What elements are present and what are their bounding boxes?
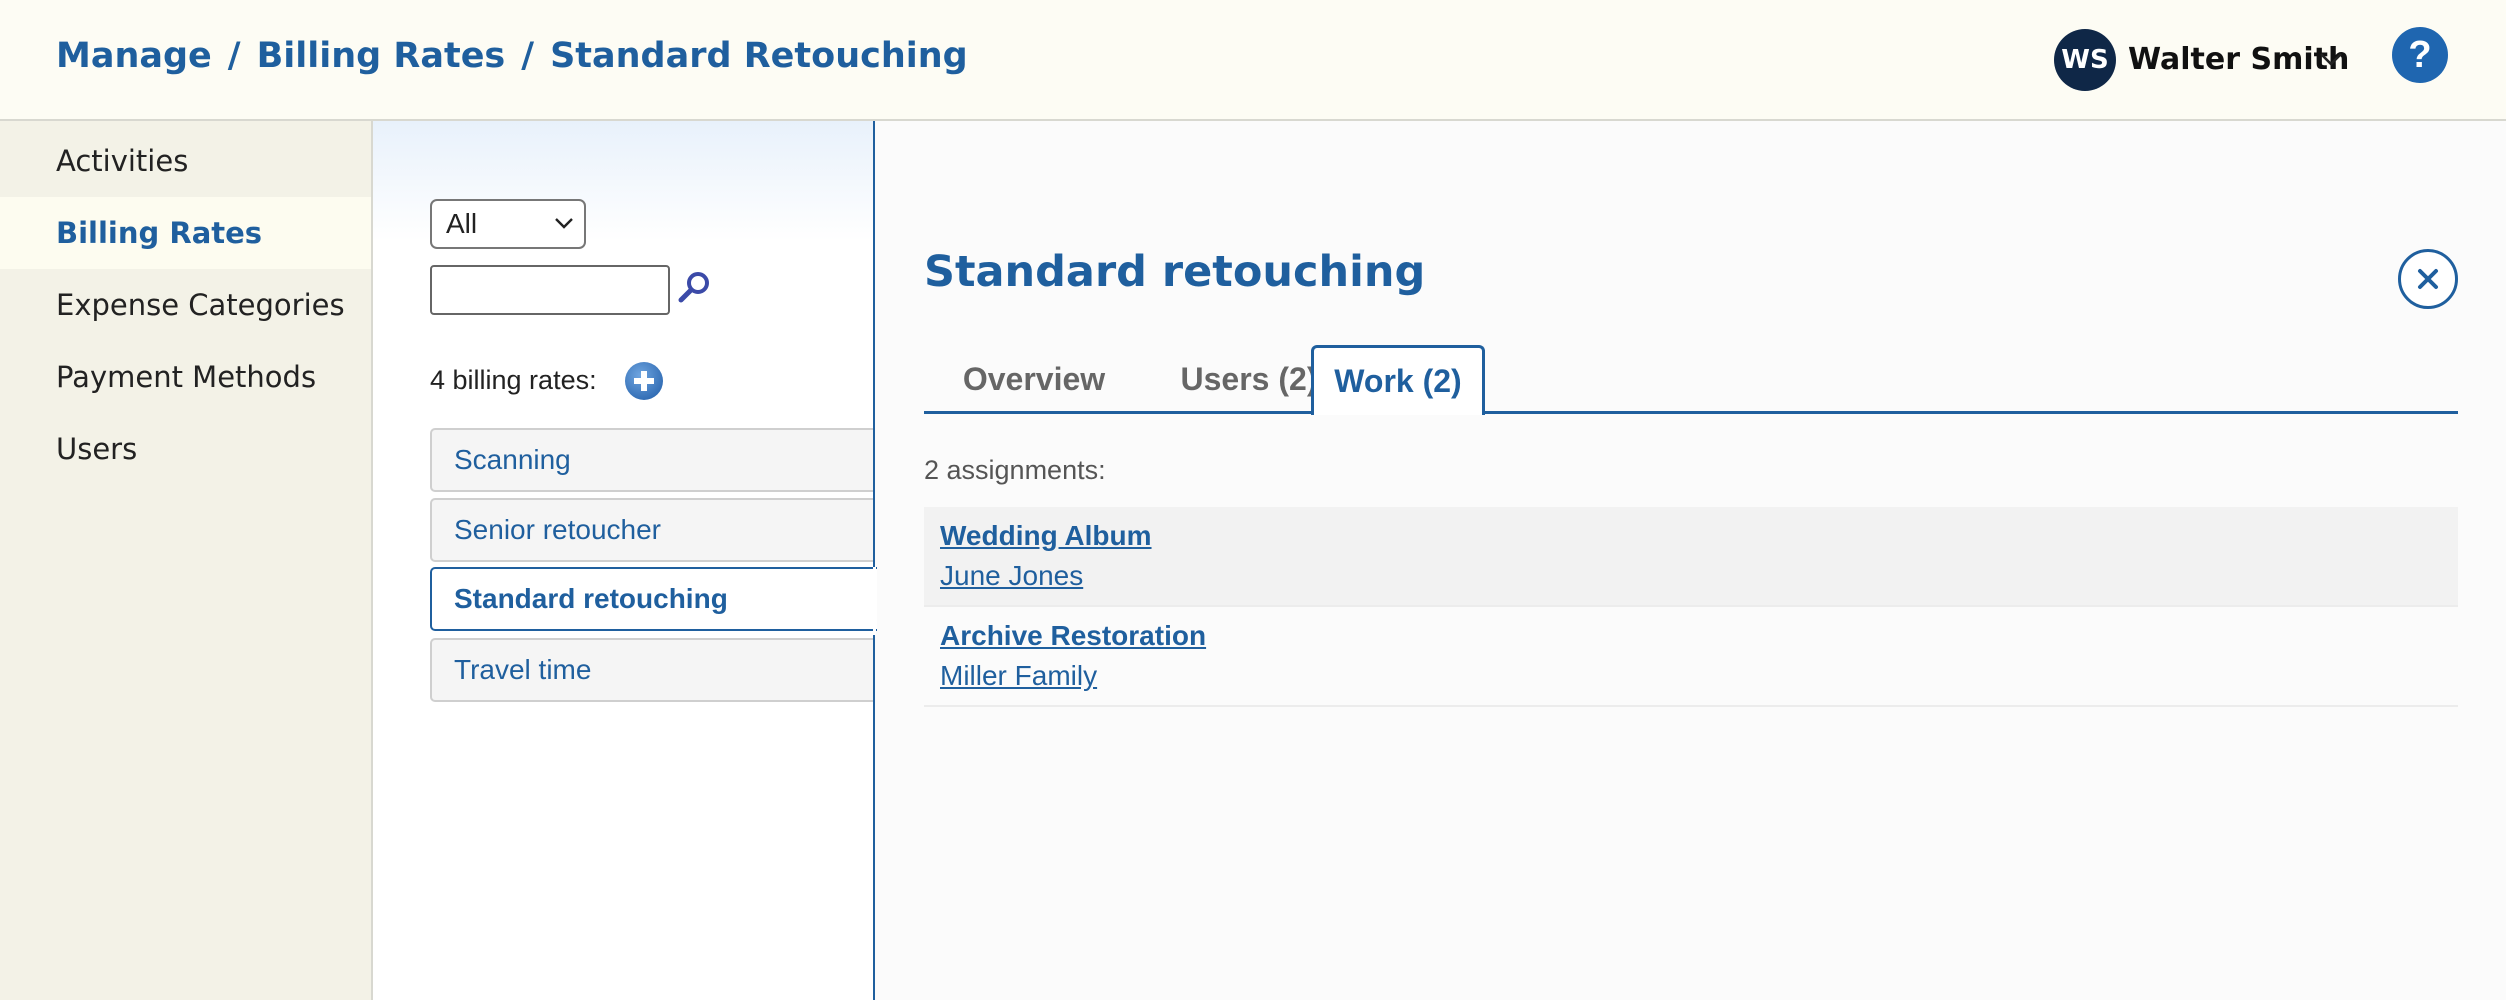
detail-panel: Standard retouching Overview Users (2) W…	[875, 121, 2506, 1000]
user-name[interactable]: Walter Smith	[2128, 42, 2349, 77]
tab-work[interactable]: Work (2)	[1311, 345, 1485, 415]
assignment-title-link[interactable]: Wedding Album	[940, 520, 1152, 552]
sidebar-item-expense-categories[interactable]: Expense Categories	[0, 269, 371, 341]
billing-rates-count: 4 billing rates:	[430, 365, 597, 395]
breadcrumb-item-billing-rates[interactable]: Billing Rates	[257, 36, 506, 76]
detail-title: Standard retouching	[924, 247, 1426, 297]
chevron-down-icon	[555, 218, 573, 229]
search-input[interactable]	[430, 265, 670, 315]
breadcrumb-item-manage[interactable]: Manage	[56, 36, 212, 76]
chevron-down-icon[interactable]	[2318, 48, 2344, 70]
avatar[interactable]: WS	[2054, 29, 2116, 91]
sidebar-item-users[interactable]: Users	[0, 413, 371, 485]
sidebar-item-payment-methods[interactable]: Payment Methods	[0, 341, 371, 413]
breadcrumb: Manage / Billing Rates / Standard Retouching	[56, 36, 968, 76]
list-item-scanning[interactable]: Scanning	[430, 428, 877, 492]
close-icon[interactable]	[2398, 249, 2458, 309]
breadcrumb-separator: /	[227, 36, 241, 76]
plus-glyph	[634, 371, 654, 391]
assignment-client-link[interactable]: June Jones	[940, 560, 1083, 592]
list-item-senior-retoucher[interactable]: Senior retoucher	[430, 498, 877, 562]
sidebar: Activities Billing Rates Expense Categor…	[0, 121, 373, 1000]
sidebar-item-activities[interactable]: Activities	[0, 125, 371, 197]
billing-rate-list-panel: All 4 billing rates: Scanning Senior ret…	[373, 121, 877, 1000]
assignments-count: 2 assignments:	[924, 455, 1106, 485]
list-item: Wedding Album June Jones	[924, 507, 2458, 607]
filter-select[interactable]: All	[430, 199, 586, 249]
panel-divider	[873, 121, 875, 1000]
breadcrumb-separator: /	[521, 36, 535, 76]
close-glyph	[2418, 269, 2438, 289]
filter-select-value: All	[446, 208, 478, 239]
sidebar-item-billing-rates[interactable]: Billing Rates	[0, 197, 371, 269]
top-header: Manage / Billing Rates / Standard Retouching…	[0, 0, 2506, 121]
tabs-underline	[924, 411, 2458, 414]
add-icon[interactable]	[625, 362, 663, 400]
tab-overview[interactable]: Overview	[924, 345, 1144, 413]
list-item: Archive Restoration Miller Family	[924, 607, 2458, 707]
breadcrumb-item-current: Standard Retouching	[550, 36, 968, 76]
list-item-standard-retouching[interactable]: Standard retouching	[430, 567, 877, 631]
assignment-title-link[interactable]: Archive Restoration	[940, 620, 1206, 652]
active-item-connector	[873, 567, 876, 635]
help-icon[interactable]: ?	[2392, 27, 2448, 83]
search-icon[interactable]	[675, 269, 713, 307]
list-item-travel-time[interactable]: Travel time	[430, 638, 877, 702]
assignment-client-link[interactable]: Miller Family	[940, 660, 1097, 692]
